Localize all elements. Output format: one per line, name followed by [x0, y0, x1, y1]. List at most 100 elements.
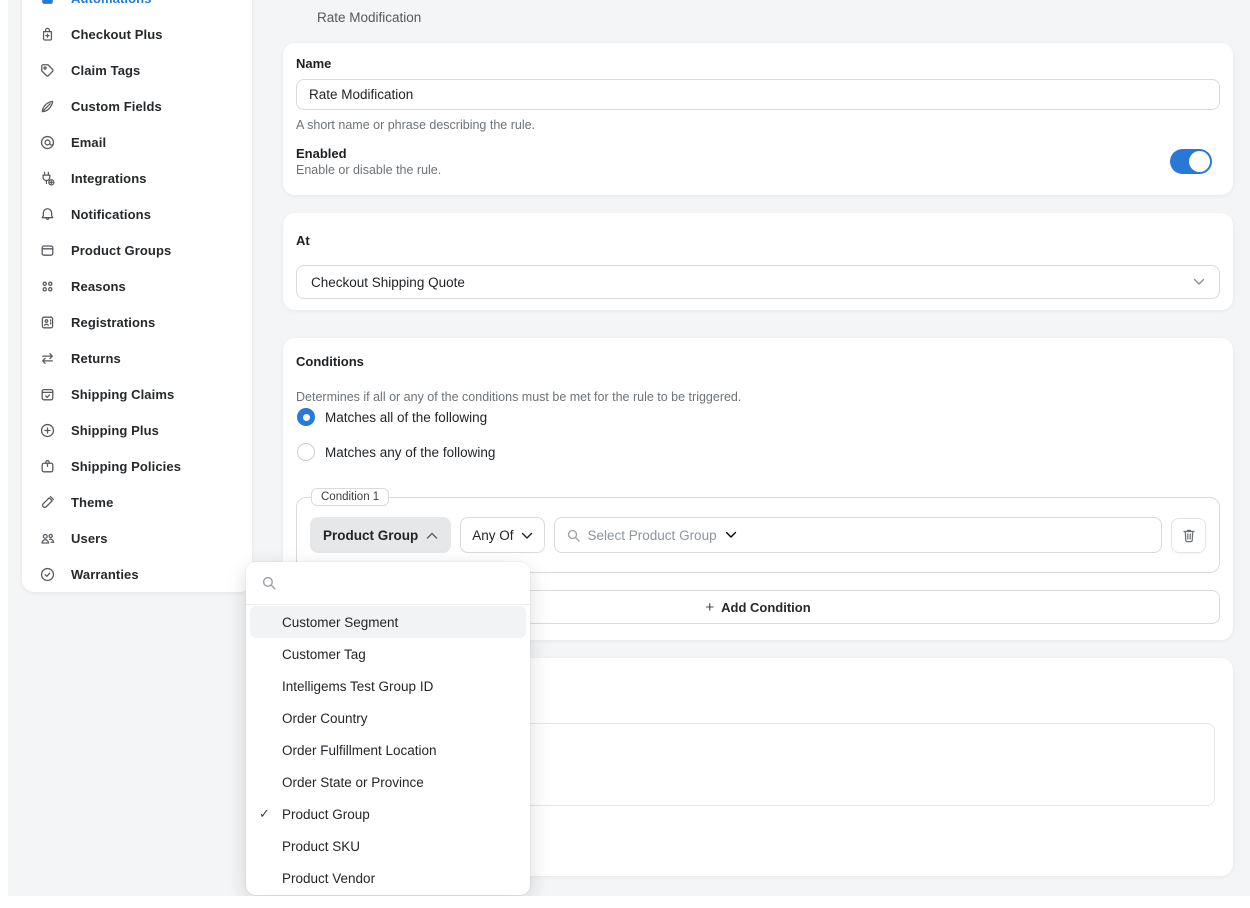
- condition-value-select[interactable]: Select Product Group: [554, 517, 1162, 553]
- sidebar-item-label: Returns: [71, 351, 121, 366]
- name-enabled-card: Name Rate Modification A short name or p…: [283, 43, 1233, 195]
- sidebar-item-label: Notifications: [71, 207, 151, 222]
- option-label: Intelligems Test Group ID: [282, 679, 433, 694]
- option-label: Customer Segment: [282, 615, 398, 630]
- match-any-radio-row[interactable]: Matches any of the following: [297, 443, 495, 461]
- sidebar-item-product-groups[interactable]: Product Groups: [22, 232, 252, 268]
- dropdown-option-order-country[interactable]: Order Country: [250, 702, 526, 734]
- box-icon: [38, 241, 57, 260]
- brush-icon: [38, 493, 57, 512]
- case-icon: [38, 457, 57, 476]
- delete-condition-button[interactable]: [1171, 518, 1206, 553]
- sidebar-item-reasons[interactable]: Reasons: [22, 268, 252, 304]
- at-card: At Checkout Shipping Quote: [283, 213, 1233, 310]
- add-condition-label: Add Condition: [721, 600, 811, 615]
- dropdown-option-order-state-or-province[interactable]: Order State or Province: [250, 766, 526, 798]
- sidebar-item-label: Integrations: [71, 171, 147, 186]
- sidebar-item-claim-tags[interactable]: Claim Tags: [22, 52, 252, 88]
- bag-plus-icon: [38, 25, 57, 44]
- sidebar-item-registrations[interactable]: Registrations: [22, 304, 252, 340]
- sidebar-item-theme[interactable]: Theme: [22, 484, 252, 520]
- conditions-title: Conditions: [296, 354, 364, 369]
- search-icon: [567, 529, 580, 542]
- dropdown-option-customer-segment[interactable]: Customer Segment: [250, 606, 526, 638]
- dropdown-option-product-vendor[interactable]: Product Vendor: [250, 862, 526, 894]
- condition-field-button[interactable]: Product Group: [310, 517, 451, 553]
- condition-value-placeholder: Select Product Group: [588, 528, 717, 543]
- app-background: Automations Checkout Plus Claim Tags Cus…: [8, 0, 1250, 896]
- enabled-label: Enabled: [296, 146, 347, 161]
- condition-operator-label: Any Of: [472, 528, 513, 543]
- sidebar-item-label: Registrations: [71, 315, 155, 330]
- dropdown-search-input[interactable]: [246, 562, 530, 605]
- sidebar-item-users[interactable]: Users: [22, 520, 252, 556]
- enabled-help-text: Enable or disable the rule.: [296, 163, 441, 177]
- match-all-radio-row[interactable]: Matches all of the following: [297, 408, 487, 426]
- badge-check-icon: [38, 565, 57, 584]
- chevron-up-icon: [426, 528, 438, 543]
- at-icon: [38, 133, 57, 152]
- option-label: Product Vendor: [282, 871, 375, 886]
- condition-field-dropdown: Customer Segment Customer Tag Intelligem…: [246, 562, 530, 895]
- sidebar-item-label: Email: [71, 135, 106, 150]
- automations-icon: [38, 0, 57, 8]
- sidebar-item-label: Custom Fields: [71, 99, 162, 114]
- sidebar-item-automations[interactable]: Automations: [22, 0, 252, 16]
- dropdown-option-order-fulfillment-location[interactable]: Order Fulfillment Location: [250, 734, 526, 766]
- match-any-label: Matches any of the following: [325, 445, 495, 460]
- sidebar-item-label: Claim Tags: [71, 63, 140, 78]
- sidebar-item-label: Users: [71, 531, 108, 546]
- condition-operator-button[interactable]: Any Of: [460, 517, 544, 553]
- sidebar-item-integrations[interactable]: Integrations: [22, 160, 252, 196]
- sidebar-item-warranties[interactable]: Warranties: [22, 556, 252, 592]
- sidebar-item-shipping-plus[interactable]: Shipping Plus: [22, 412, 252, 448]
- enabled-toggle[interactable]: [1170, 149, 1212, 174]
- name-input[interactable]: Rate Modification: [296, 79, 1220, 110]
- settings-sidebar: Automations Checkout Plus Claim Tags Cus…: [22, 0, 252, 592]
- sidebar-item-shipping-policies[interactable]: Shipping Policies: [22, 448, 252, 484]
- dropdown-option-customer-tag[interactable]: Customer Tag: [250, 638, 526, 670]
- users-icon: [38, 529, 57, 548]
- dropdown-option-product-group[interactable]: ✓ Product Group: [250, 798, 526, 830]
- sidebar-item-label: Product Groups: [71, 243, 171, 258]
- sidebar-item-label: Checkout Plus: [71, 27, 163, 42]
- at-select-value: Checkout Shipping Quote: [311, 275, 465, 290]
- sidebar-item-custom-fields[interactable]: Custom Fields: [22, 88, 252, 124]
- dropdown-option-list: Customer Segment Customer Tag Intelligem…: [246, 605, 530, 895]
- tag-icon: [38, 61, 57, 80]
- radio-unselected-icon[interactable]: [297, 443, 315, 461]
- plug-icon: [38, 169, 57, 188]
- at-select[interactable]: Checkout Shipping Quote: [296, 265, 1220, 299]
- condition-1-row: Product Group Any Of Select Product Gro: [310, 517, 1206, 553]
- sidebar-item-label: Shipping Policies: [71, 459, 181, 474]
- option-label: Order State or Province: [282, 775, 424, 790]
- id-card-icon: [38, 313, 57, 332]
- sidebar-item-label: Shipping Claims: [71, 387, 174, 402]
- sidebar-item-shipping-claims[interactable]: Shipping Claims: [22, 376, 252, 412]
- screen: Automations Checkout Plus Claim Tags Cus…: [0, 0, 1250, 908]
- sidebar-item-label: Reasons: [71, 279, 126, 294]
- sidebar-item-notifications[interactable]: Notifications: [22, 196, 252, 232]
- option-label: Order Country: [282, 711, 368, 726]
- plus-icon: +: [705, 599, 714, 616]
- feather-icon: [38, 97, 57, 116]
- page-title: Rate Modification: [317, 10, 421, 25]
- sidebar-item-returns[interactable]: Returns: [22, 340, 252, 376]
- sidebar-item-checkout-plus[interactable]: Checkout Plus: [22, 16, 252, 52]
- sidebar-item-email[interactable]: Email: [22, 124, 252, 160]
- check-icon: ✓: [259, 806, 270, 822]
- conditions-description: Determines if all or any of the conditio…: [296, 390, 741, 404]
- radio-selected-icon[interactable]: [297, 408, 315, 426]
- sidebar-item-label: Theme: [71, 495, 113, 510]
- name-input-value: Rate Modification: [309, 87, 413, 102]
- trash-icon: [1182, 528, 1196, 543]
- dropdown-option-product-sku[interactable]: Product SKU: [250, 830, 526, 862]
- dropdown-option-intelligems-test-group-id[interactable]: Intelligems Test Group ID: [250, 670, 526, 702]
- option-label: Product SKU: [282, 839, 360, 854]
- chevron-down-icon: [1193, 278, 1205, 286]
- swap-arrows-icon: [38, 349, 57, 368]
- option-label: Customer Tag: [282, 647, 366, 662]
- name-label: Name: [296, 56, 331, 71]
- bell-icon: [38, 205, 57, 224]
- option-label: Product Group: [282, 807, 370, 822]
